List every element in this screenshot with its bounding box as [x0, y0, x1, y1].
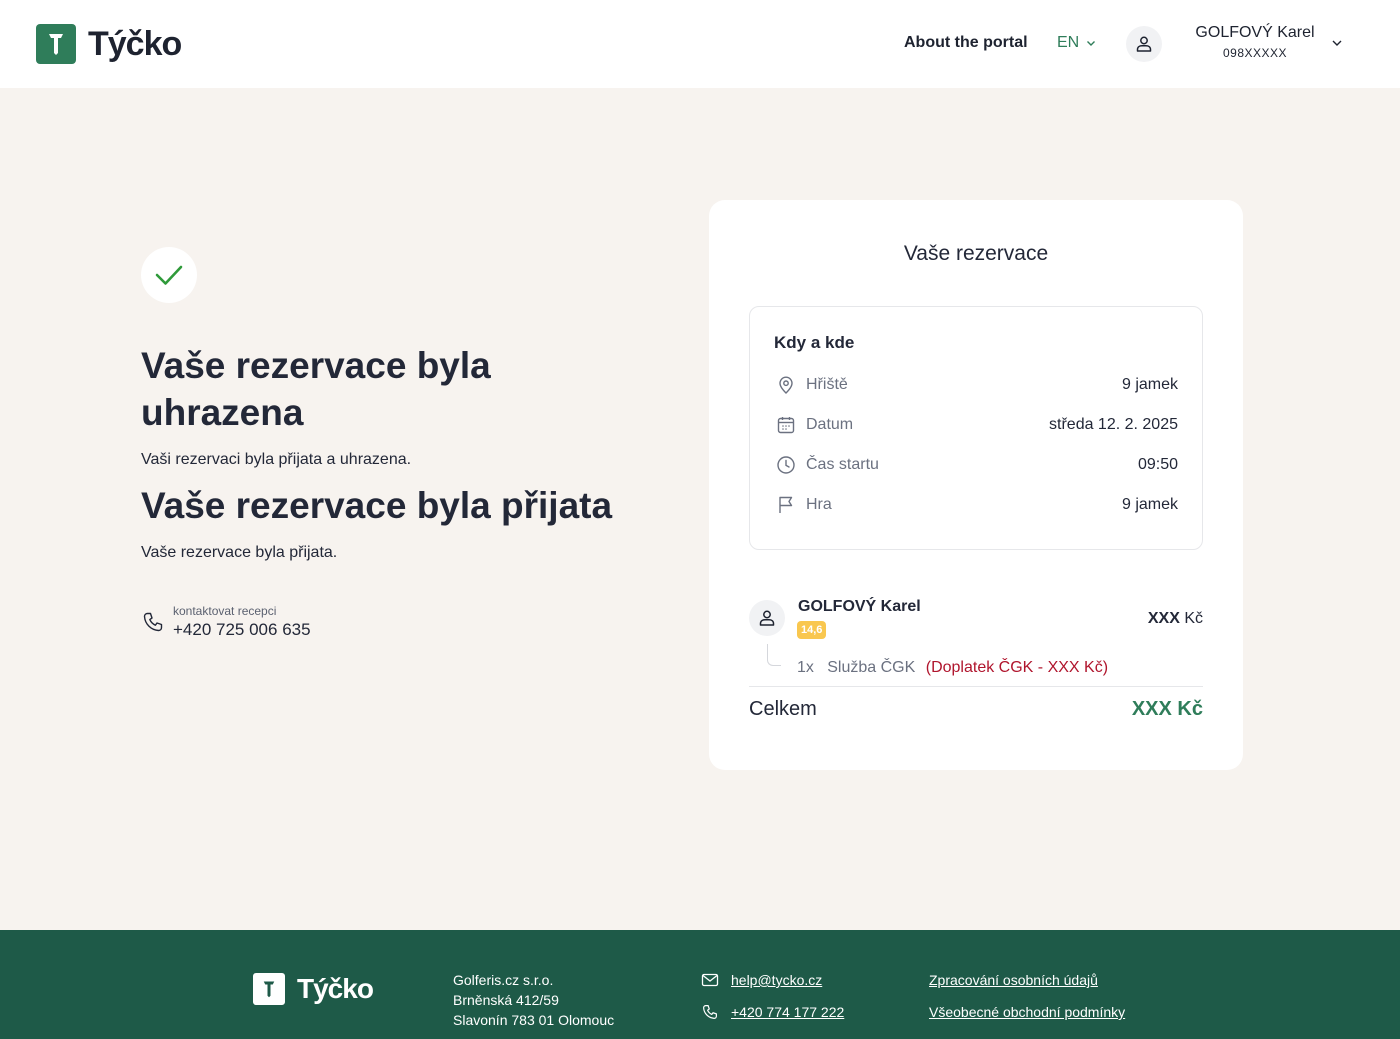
row-value: 9 jamek [1121, 496, 1178, 513]
flag-icon [774, 493, 798, 517]
user-icon [1136, 36, 1152, 52]
start-time-row: Čas startu 09:50 [774, 453, 1178, 477]
footer-logo-text: Týčko [297, 973, 374, 1004]
paid-subtitle: Vaši rezervaci byla přijata a uhrazena. [141, 451, 412, 468]
when-where-box: Kdy a kde Hřiště 9 jamek Datum středa 12… [749, 306, 1203, 550]
tree-connector [767, 644, 781, 666]
mail-icon [701, 973, 719, 987]
clock-icon [774, 453, 798, 477]
address-line: Slavonín 783 01 Olomouc [453, 1012, 615, 1028]
user-id: 098XXXXX [1222, 46, 1288, 60]
player-price-amount: XXX [1147, 610, 1180, 627]
total-label: Celkem [749, 698, 817, 720]
phone-link[interactable]: +420 774 177 222 [731, 1002, 844, 1022]
row-value: středa 12. 2. 2025 [1049, 416, 1178, 433]
game-row: Hra 9 jamek [774, 493, 1178, 517]
row-value: 09:50 [1137, 456, 1178, 473]
user-name: GOLFOVÝ Karel [1195, 24, 1315, 41]
phone-icon [143, 612, 163, 632]
map-pin-icon [774, 373, 798, 397]
date-row: Datum středa 12. 2. 2025 [774, 413, 1178, 437]
user-menu[interactable]: GOLFOVÝ Karel 098XXXXX [1190, 22, 1320, 62]
tee-logo-icon [36, 24, 76, 64]
user-icon [759, 610, 775, 626]
row-value: 9 jamek [1121, 376, 1178, 393]
phone-icon [703, 1005, 717, 1019]
handicap-badge: 14,6 [797, 621, 827, 639]
service-quantity: 1x [797, 659, 814, 676]
logo[interactable]: Týčko [36, 24, 182, 64]
when-where-title: Kdy a kde [774, 333, 855, 352]
reservation-card: Vaše rezervace Kdy a kde Hřiště 9 jamek … [709, 200, 1243, 770]
about-portal-link[interactable]: About the portal [904, 33, 1028, 53]
row-label: Čas startu [806, 456, 879, 473]
contact-label: kontaktovat recepci [173, 604, 277, 618]
reception-contact: kontaktovat recepci +420 725 006 635 [141, 603, 311, 641]
email-link[interactable]: help@tycko.cz [731, 970, 822, 990]
footer-email: help@tycko.cz [701, 970, 822, 990]
course-row: Hřiště 9 jamek [774, 373, 1178, 397]
player-price: XXX Kč [1148, 609, 1203, 629]
player-name: GOLFOVÝ Karel [798, 598, 921, 615]
player-price-currency: Kč [1184, 610, 1203, 627]
divider [749, 686, 1203, 687]
tee-logo-icon [253, 973, 285, 1005]
reception-phone-link[interactable]: +420 725 006 635 [173, 619, 311, 641]
language-label: EN [1057, 34, 1080, 51]
header: Týčko About the portal EN GOLFOVÝ Karel … [0, 0, 1400, 88]
calendar-icon [774, 413, 798, 437]
player-avatar [749, 600, 785, 636]
address-line: Golferis.cz s.r.o. [453, 972, 554, 988]
footer: Týčko Golferis.cz s.r.o. Brněnská 412/59… [0, 930, 1400, 1039]
row-label: Datum [806, 416, 854, 433]
reservation-card-title: Vaše rezervace [903, 242, 1049, 265]
footer-phone: +420 774 177 222 [701, 1002, 844, 1022]
total-value: XXX Kč [1131, 698, 1203, 720]
success-badge [141, 247, 197, 303]
company-address: Golferis.cz s.r.o. Brněnská 412/59 Slavo… [453, 970, 614, 1030]
user-avatar[interactable] [1126, 26, 1162, 62]
chevron-down-icon[interactable] [1330, 36, 1344, 50]
logo-text: Týčko [88, 25, 182, 63]
service-surcharge: (Doplatek ČGK - XXX Kč) [925, 659, 1109, 676]
row-label: Hřiště [806, 376, 848, 393]
accepted-title: Vaše rezervace byla přijata [141, 485, 613, 526]
footer-logo[interactable]: Týčko [253, 973, 374, 1005]
service-name: Služba ČGK [827, 659, 916, 676]
row-label: Hra [806, 496, 832, 513]
chevron-down-icon [1087, 41, 1096, 46]
address-line: Brněnská 412/59 [453, 992, 559, 1008]
language-selector[interactable]: EN [1057, 33, 1097, 53]
paid-title: Vaše rezervace byla uhrazena [141, 345, 491, 433]
accepted-subtitle: Vaše rezervace byla přijata. [141, 544, 338, 561]
service-item: 1x Služba ČGK (Doplatek ČGK - XXX Kč) [797, 658, 1108, 678]
terms-link[interactable]: Všeobecné obchodní podmínky [929, 1002, 1125, 1022]
check-icon [155, 265, 183, 285]
privacy-policy-link[interactable]: Zpracování osobních údajů [929, 970, 1098, 990]
